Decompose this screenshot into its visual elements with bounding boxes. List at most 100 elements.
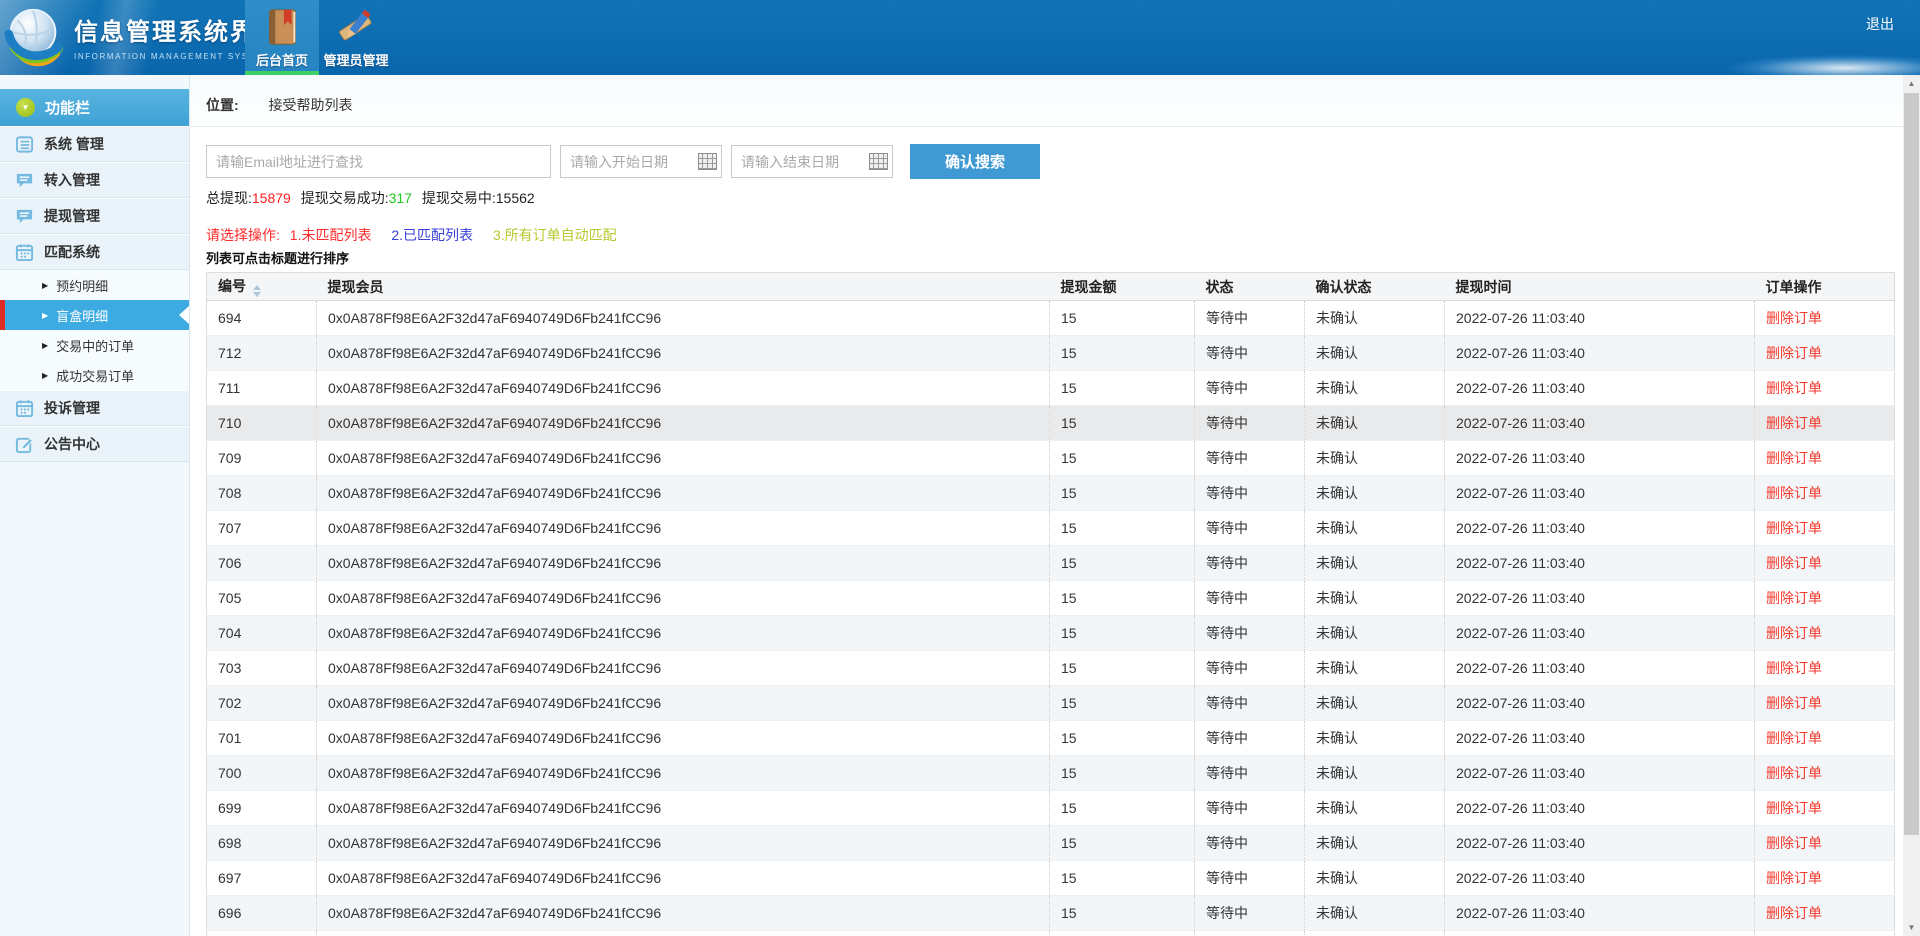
delete-order-link[interactable]: 删除订单 [1766,450,1822,466]
delete-order-link[interactable]: 删除订单 [1766,660,1822,676]
delete-order-link[interactable]: 删除订单 [1766,415,1822,431]
submenu-item-orders-in-trade[interactable]: ▶ 交易中的订单 [0,330,189,360]
cell-confirm-status: 未确认 [1305,371,1445,406]
submenu-item-blindbox-detail[interactable]: ▶ 盲盒明细 [0,300,189,330]
delete-order-link[interactable]: 删除订单 [1766,310,1822,326]
delete-order-link[interactable]: 删除订单 [1766,555,1822,571]
sidebar-item-matching-system[interactable]: 匹配系统 [0,234,189,270]
delete-order-link[interactable]: 删除订单 [1766,835,1822,851]
list-icon [15,135,34,154]
cell-order-id: 707 [207,511,317,546]
cell-status: 等待中 [1195,826,1305,861]
cell-withdraw-member: 0x0A878Ff98E6A2F32d47aF6940749D6Fb241fCC… [317,371,1050,406]
scrollbar-thumb[interactable] [1904,93,1919,835]
column-header-member[interactable]: 提现会员 [317,273,1050,301]
cell-withdraw-time: 2022-07-26 11:03:40 [1445,336,1755,371]
table-row: 707 0x0A878Ff98E6A2F32d47aF6940749D6Fb24… [207,511,1895,546]
cell-confirm-status: 未确认 [1305,441,1445,476]
scroll-up-button[interactable]: ▲ [1903,75,1920,92]
tab-label: 后台首页 [245,50,319,69]
cell-order-id: 706 [207,546,317,581]
cell-withdraw-member: 0x0A878Ff98E6A2F32d47aF6940749D6Fb241fCC… [317,756,1050,791]
delete-order-link[interactable]: 删除订单 [1766,800,1822,816]
calendar-icon[interactable] [698,153,717,170]
cell-withdraw-amount: 15 [1050,511,1195,546]
delete-order-link[interactable]: 删除订单 [1766,520,1822,536]
sort-icon [253,285,261,297]
cell-order-action: 删除订单 [1755,476,1895,511]
delete-order-link[interactable]: 删除订单 [1766,345,1822,361]
sidebar-item-label: 提现管理 [44,206,100,226]
column-header-status[interactable]: 状态 [1195,273,1305,301]
table-row: 708 0x0A878Ff98E6A2F32d47aF6940749D6Fb24… [207,476,1895,511]
filter-auto-match-link[interactable]: 3.所有订单自动匹配 [493,227,617,243]
sidebar-item-transfer-in-management[interactable]: 转入管理 [0,162,189,198]
sidebar-item-system-management[interactable]: 系统 管理 [0,126,189,162]
submenu-item-successful-orders[interactable]: ▶ 成功交易订单 [0,360,189,390]
pencil-ruler-icon [335,6,377,48]
cell-order-action: 删除订单 [1755,336,1895,371]
cell-withdraw-amount: 15 [1050,581,1195,616]
delete-order-link[interactable]: 删除订单 [1766,695,1822,711]
cell-order-action: 删除订单 [1755,756,1895,791]
cell-order-id: 696 [207,896,317,931]
sidebar-item-withdraw-management[interactable]: 提现管理 [0,198,189,234]
email-search-input[interactable] [206,145,551,178]
tab-admin-management[interactable]: 管理员管理 [319,0,393,75]
sidebar-item-label: 公告中心 [44,434,100,454]
cell-status: 等待中 [1195,546,1305,581]
submenu-item-reservation-detail[interactable]: ▶ 预约明细 [0,270,189,300]
cell-withdraw-amount: 15 [1050,441,1195,476]
search-row: 确认搜索 [206,144,1903,179]
cell-confirm-status: 未确认 [1305,756,1445,791]
cell-withdraw-time: 2022-07-26 11:03:40 [1445,476,1755,511]
delete-order-link[interactable]: 删除订单 [1766,625,1822,641]
column-header-withdraw-time[interactable]: 提现时间 [1445,273,1755,301]
cell-confirm-status: 未确认 [1305,721,1445,756]
cell-order-action: 删除订单 [1755,896,1895,931]
sidebar-function-header[interactable]: ▼ 功能栏 [0,89,189,126]
delete-order-link[interactable]: 删除订单 [1766,380,1822,396]
cell-order-action: 删除订单 [1755,931,1895,936]
table-row: 702 0x0A878Ff98E6A2F32d47aF6940749D6Fb24… [207,686,1895,721]
calendar-icon[interactable] [869,153,888,170]
cell-confirm-status: 未确认 [1305,546,1445,581]
filter-matched-list-link[interactable]: 2.已匹配列表 [391,227,473,243]
filter-unmatched-list-link[interactable]: 1.未匹配列表 [290,227,372,243]
delete-order-link[interactable]: 删除订单 [1766,870,1822,886]
cell-withdraw-member: 0x0A878Ff98E6A2F32d47aF6940749D6Fb241fCC… [317,896,1050,931]
cell-order-id: 700 [207,756,317,791]
breadcrumb: 位置: 接受帮助列表 [190,75,1903,127]
submenu-arrow-icon: ▶ [42,311,48,320]
sidebar-item-label: 转入管理 [44,170,100,190]
cell-order-action: 删除订单 [1755,861,1895,896]
cell-status: 等待中 [1195,861,1305,896]
cell-withdraw-member: 0x0A878Ff98E6A2F32d47aF6940749D6Fb241fCC… [317,931,1050,936]
column-header-id[interactable]: 编号 [207,273,317,301]
sidebar-item-announcement-center[interactable]: 公告中心 [0,426,189,462]
cell-withdraw-time: 2022-07-26 11:03:40 [1445,546,1755,581]
tab-backend-home[interactable]: 后台首页 [245,0,319,75]
table-row: 703 0x0A878Ff98E6A2F32d47aF6940749D6Fb24… [207,651,1895,686]
delete-order-link[interactable]: 删除订单 [1766,730,1822,746]
sidebar-item-label: 匹配系统 [44,242,100,262]
column-header-order-action[interactable]: 订单操作 [1755,273,1895,301]
cell-withdraw-amount: 15 [1050,546,1195,581]
confirm-search-button[interactable]: 确认搜索 [910,144,1040,179]
vertical-scrollbar[interactable]: ▲ ▼ [1903,75,1920,936]
cell-withdraw-time: 2022-07-26 11:03:40 [1445,581,1755,616]
delete-order-link[interactable]: 删除订单 [1766,590,1822,606]
delete-order-link[interactable]: 删除订单 [1766,765,1822,781]
delete-order-link[interactable]: 删除订单 [1766,905,1822,921]
cell-order-id: 709 [207,441,317,476]
logout-link[interactable]: 退出 [1866,14,1894,34]
column-header-confirm-status[interactable]: 确认状态 [1305,273,1445,301]
column-header-amount[interactable]: 提现金额 [1050,273,1195,301]
delete-order-link[interactable]: 删除订单 [1766,485,1822,501]
cell-status: 等待中 [1195,581,1305,616]
submenu-arrow-icon: ▶ [42,371,48,380]
cell-status: 等待中 [1195,651,1305,686]
scroll-down-button[interactable]: ▼ [1903,919,1920,936]
filter-line: 请选择操作: 1.未匹配列表 2.已匹配列表 3.所有订单自动匹配 [206,225,1903,245]
sidebar-item-complaint-management[interactable]: 投诉管理 [0,390,189,426]
